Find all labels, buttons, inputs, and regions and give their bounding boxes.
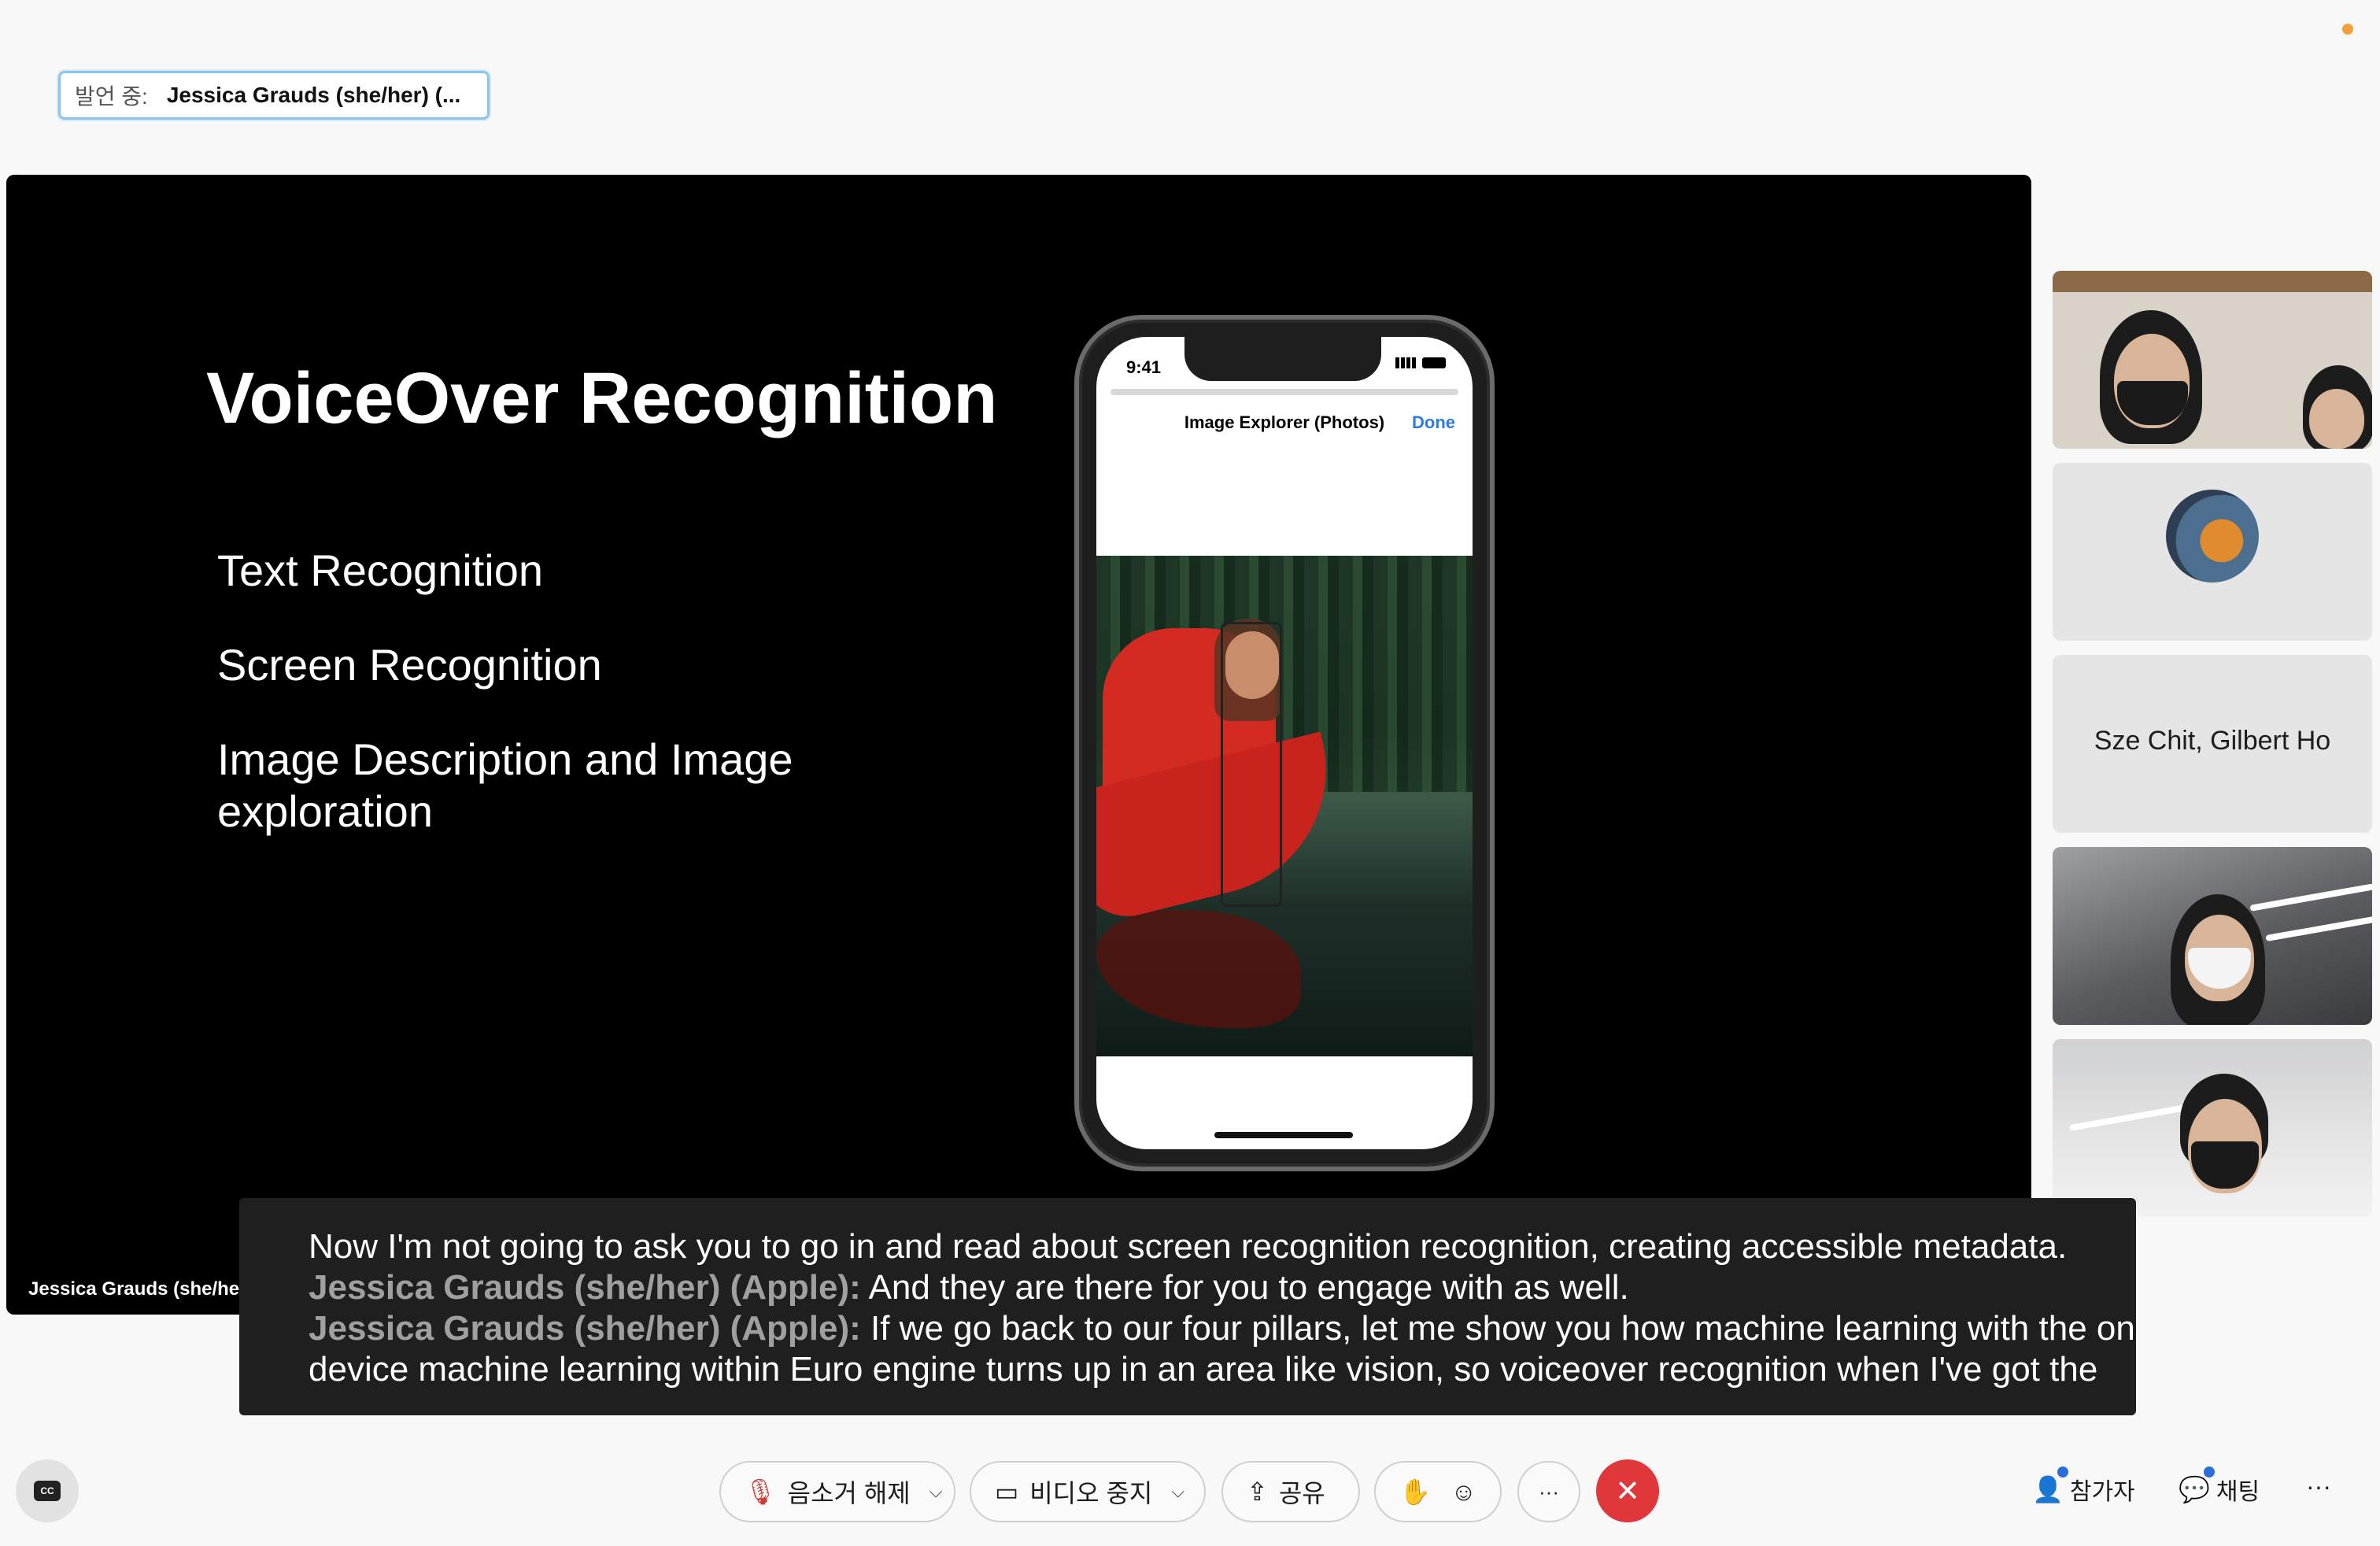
sheet-grabber bbox=[1111, 389, 1458, 395]
mic-muted-icon: 🎙 bbox=[745, 1478, 777, 1506]
participant-avatar bbox=[2166, 490, 2259, 583]
phone-mockup: 9:41 Image Explorer (Photos) Done bbox=[1074, 315, 1495, 1171]
phone-time: 9:41 bbox=[1126, 357, 1162, 377]
live-captions-panel[interactable]: Now I'm not going to ask you to go in an… bbox=[239, 1198, 2136, 1415]
participants-button[interactable]: 👤 참가자 bbox=[2032, 1466, 2135, 1507]
participant-tile[interactable] bbox=[2053, 1039, 2372, 1217]
ceiling-light bbox=[2249, 883, 2372, 912]
slide-bullet: Image Description and Image exploration bbox=[217, 734, 793, 836]
presenter-name-tag: Jessica Grauds (she/her bbox=[28, 1278, 247, 1300]
participants-label: 참가자 bbox=[2069, 1479, 2135, 1505]
closed-caption-icon: CC bbox=[34, 1481, 61, 1501]
raise-hand-icon[interactable]: ✋ bbox=[1399, 1477, 1431, 1507]
ceiling-light bbox=[2265, 915, 2372, 942]
chat-button[interactable]: 💬 채팅 bbox=[2179, 1466, 2260, 1507]
slide-bullet: Screen Recognition bbox=[217, 640, 602, 690]
speaking-label: 발언 중: bbox=[75, 84, 148, 109]
leave-call-button[interactable]: ✕ bbox=[1596, 1459, 1659, 1522]
chat-bubble-icon: 💬 bbox=[2179, 1466, 2215, 1504]
caption-line: Now I'm not going to ask you to go in an… bbox=[309, 1226, 2136, 1267]
unmute-label: 음소거 해제 bbox=[787, 1479, 911, 1507]
water-reflection bbox=[1096, 910, 1301, 1028]
caption-line: Jessica Grauds (she/her) (Apple): And th… bbox=[309, 1267, 2136, 1308]
participant-name: Sze Chit, Gilbert Ho bbox=[2094, 726, 2331, 756]
unmute-button[interactable]: 🎙 음소거 해제 ⌵ bbox=[719, 1461, 955, 1522]
notification-dot bbox=[2203, 1466, 2215, 1478]
share-screen-icon: ⇪ bbox=[1247, 1478, 1268, 1506]
phone-done-button: Done bbox=[1412, 412, 1455, 432]
caption-line: Jessica Grauds (she/her) (Apple): If we … bbox=[309, 1308, 2136, 1349]
shared-screen: VoiceOver Recognition Text Recognition S… bbox=[6, 175, 2031, 1315]
caption-speaker: Jessica Grauds (she/her) (Apple): bbox=[309, 1309, 861, 1348]
participant-tile[interactable]: Sze Chit, Gilbert Ho bbox=[2053, 655, 2372, 833]
caption-text: Now I'm not going to ask you to go in an… bbox=[309, 1227, 2068, 1266]
phone-screen: 9:41 Image Explorer (Photos) Done bbox=[1096, 337, 1473, 1149]
chevron-down-icon[interactable]: ⌵ bbox=[1171, 1481, 1184, 1502]
overflow-menu-button[interactable]: ··· bbox=[2306, 1472, 2331, 1501]
more-options-button[interactable]: ··· bbox=[1517, 1461, 1580, 1522]
video-camera-icon: ▭ bbox=[995, 1478, 1019, 1506]
share-button[interactable]: ⇪ 공유 bbox=[1221, 1461, 1360, 1522]
battery-icon bbox=[1422, 357, 1446, 368]
participant-tile[interactable] bbox=[2053, 847, 2372, 1025]
close-icon: ✕ bbox=[1615, 1474, 1640, 1508]
participant-tile[interactable] bbox=[2053, 463, 2372, 641]
phone-notch bbox=[1184, 337, 1381, 381]
caption-text: If we go back to our four pillars, let m… bbox=[860, 1309, 2135, 1348]
slide-bullet: Text Recognition bbox=[217, 546, 544, 595]
notification-dot bbox=[2057, 1466, 2068, 1478]
caption-line: device machine learning within Euro engi… bbox=[309, 1349, 2136, 1390]
canoe-photo bbox=[1096, 556, 1473, 1056]
speaking-name: Jessica Grauds (she/her) (... bbox=[166, 83, 461, 107]
captions-toggle-button[interactable]: CC bbox=[16, 1459, 79, 1522]
chevron-down-icon[interactable]: ⌵ bbox=[929, 1481, 943, 1502]
caption-text: device machine learning within Euro engi… bbox=[309, 1350, 2098, 1389]
participant-face bbox=[2309, 389, 2364, 449]
home-indicator bbox=[1214, 1132, 1353, 1138]
stop-video-label: 비디오 중지 bbox=[1029, 1479, 1153, 1507]
caption-text: And they are there for you to engage wit… bbox=[860, 1268, 1629, 1307]
caption-speaker: Jessica Grauds (she/her) (Apple): bbox=[309, 1268, 861, 1307]
share-label: 공유 bbox=[1278, 1479, 1325, 1507]
active-speaker-indicator[interactable]: 발언 중: Jessica Grauds (she/her) (... bbox=[58, 71, 490, 120]
image-exploration-focus-box bbox=[1221, 622, 1282, 907]
stop-video-button[interactable]: ▭ 비디오 중지 ⌵ bbox=[970, 1461, 1206, 1522]
emoji-reaction-icon[interactable]: ☺ bbox=[1451, 1478, 1476, 1507]
reactions-group: ✋ ☺ bbox=[1374, 1461, 1502, 1522]
signal-icon bbox=[1395, 357, 1416, 368]
chat-label: 채팅 bbox=[2216, 1479, 2260, 1505]
status-indicator-dot bbox=[2342, 24, 2353, 35]
participant-tile[interactable] bbox=[2053, 271, 2372, 449]
participants-icon: 👤 bbox=[2032, 1466, 2068, 1504]
slide-title: VoiceOver Recognition bbox=[206, 358, 998, 438]
phone-status-icons bbox=[1395, 357, 1446, 368]
